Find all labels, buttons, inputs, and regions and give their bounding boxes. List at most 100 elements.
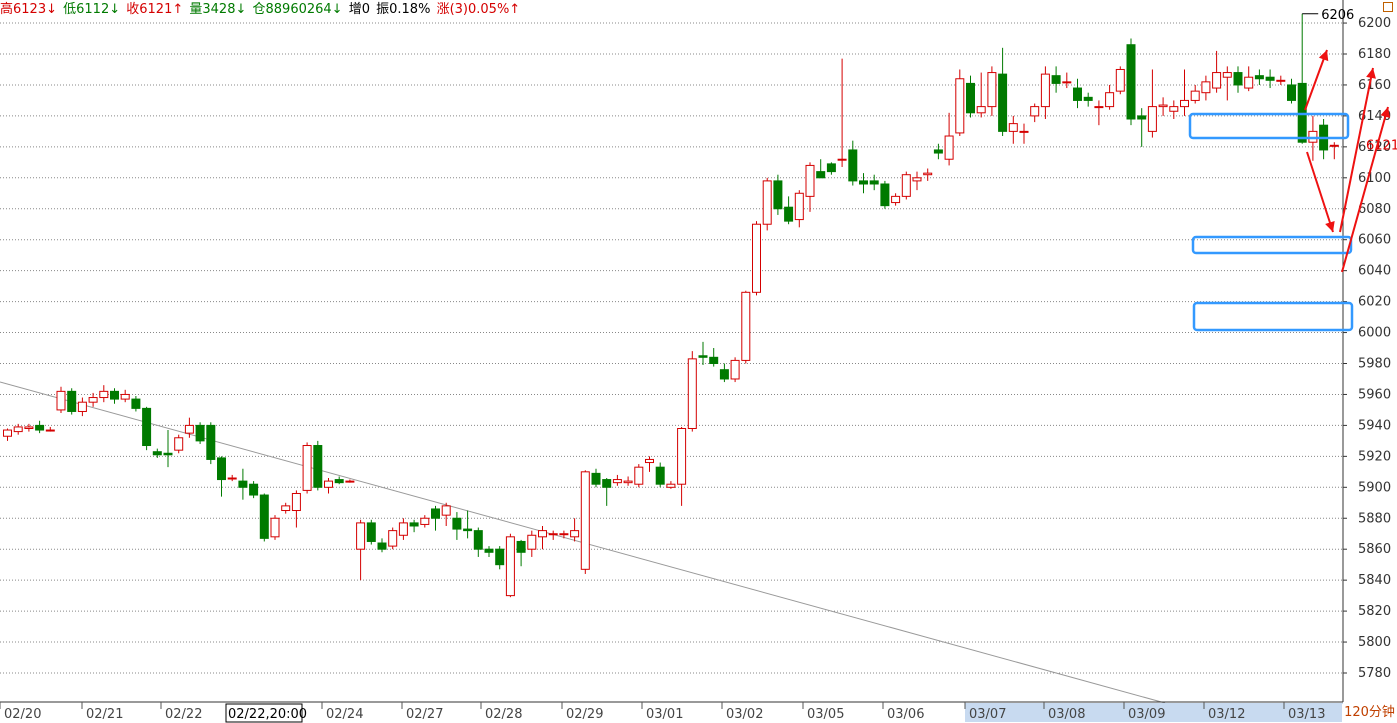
candle-body[interactable] bbox=[227, 477, 237, 480]
candle-body[interactable] bbox=[195, 424, 205, 442]
candle-body[interactable] bbox=[634, 466, 644, 485]
candle-body[interactable] bbox=[1233, 72, 1243, 86]
candle-body[interactable] bbox=[645, 458, 654, 464]
candle-body[interactable] bbox=[398, 522, 408, 536]
candle-body[interactable] bbox=[495, 548, 505, 566]
candle-body[interactable] bbox=[923, 172, 933, 176]
candle-body[interactable] bbox=[313, 445, 323, 488]
candle-body[interactable] bbox=[698, 355, 708, 358]
candle-body[interactable] bbox=[334, 479, 344, 484]
candle-body[interactable] bbox=[1254, 75, 1264, 80]
candle-body[interactable] bbox=[591, 472, 601, 485]
candle-body[interactable] bbox=[730, 359, 740, 380]
candle-body[interactable] bbox=[719, 369, 729, 380]
candle-body[interactable] bbox=[1190, 90, 1200, 101]
candle-body[interactable] bbox=[131, 398, 141, 409]
candle-body[interactable] bbox=[570, 530, 580, 538]
candle-body[interactable] bbox=[1244, 76, 1254, 89]
candle-body[interactable] bbox=[1222, 72, 1232, 78]
candle-body[interactable] bbox=[1040, 73, 1050, 108]
candle-body[interactable] bbox=[1265, 76, 1275, 81]
candle-body[interactable] bbox=[388, 530, 398, 547]
candle-body[interactable] bbox=[1287, 84, 1296, 101]
candle-body[interactable] bbox=[1329, 144, 1339, 147]
candle-body[interactable] bbox=[463, 528, 473, 532]
candle-body[interactable] bbox=[1158, 104, 1168, 108]
candle-body[interactable] bbox=[1062, 81, 1072, 84]
candle-body[interactable] bbox=[987, 72, 997, 108]
candle-body[interactable] bbox=[24, 426, 34, 429]
candle-body[interactable] bbox=[120, 393, 130, 400]
candle-body[interactable] bbox=[67, 390, 77, 412]
candle-body[interactable] bbox=[142, 407, 152, 447]
zone-highlight-box[interactable] bbox=[1192, 301, 1354, 332]
candle-body[interactable] bbox=[538, 530, 547, 538]
candle-body[interactable] bbox=[99, 390, 109, 399]
candle-body[interactable] bbox=[891, 195, 901, 204]
candle-body[interactable] bbox=[3, 429, 12, 437]
candle-body[interactable] bbox=[612, 479, 622, 484]
candle-body[interactable] bbox=[484, 548, 494, 553]
candle-body[interactable] bbox=[741, 291, 751, 361]
candle-body[interactable] bbox=[1019, 130, 1029, 133]
candle-body[interactable] bbox=[1073, 87, 1082, 101]
candle-body[interactable] bbox=[773, 180, 783, 210]
candle-body[interactable] bbox=[345, 480, 355, 483]
candle-body[interactable] bbox=[559, 533, 569, 536]
candle-body[interactable] bbox=[516, 540, 526, 553]
candle-body[interactable] bbox=[1147, 106, 1157, 132]
candle-body[interactable] bbox=[655, 466, 665, 485]
candle-body[interactable] bbox=[45, 429, 55, 432]
candlestick-chart[interactable]: 5780 5800 5820 5840 5860 5880 5900 5920 5940 5960… bbox=[0, 0, 1397, 723]
candle-body[interactable] bbox=[826, 163, 836, 173]
candle-body[interactable] bbox=[912, 177, 922, 182]
candle-body[interactable] bbox=[152, 451, 162, 456]
candle-body[interactable] bbox=[901, 174, 911, 197]
candle-body[interactable] bbox=[473, 530, 483, 550]
candle-body[interactable] bbox=[752, 223, 761, 293]
candle-body[interactable] bbox=[966, 82, 975, 114]
candle-body[interactable] bbox=[163, 452, 173, 456]
period-label[interactable]: 120分钟 bbox=[1342, 704, 1397, 722]
candle-body[interactable] bbox=[56, 390, 66, 411]
candle-body[interactable] bbox=[762, 180, 772, 225]
candle-body[interactable] bbox=[1008, 123, 1018, 132]
candle-body[interactable] bbox=[677, 427, 687, 485]
candle-body[interactable] bbox=[249, 483, 259, 496]
candle-body[interactable] bbox=[933, 149, 943, 154]
candle-body[interactable] bbox=[837, 158, 847, 161]
candle-body[interactable] bbox=[259, 494, 269, 539]
candle-body[interactable] bbox=[324, 480, 333, 488]
candle-body[interactable] bbox=[1137, 115, 1147, 120]
candle-body[interactable] bbox=[1051, 75, 1061, 84]
candle-body[interactable] bbox=[687, 358, 697, 429]
candle-body[interactable] bbox=[302, 445, 312, 491]
candle-body[interactable] bbox=[1212, 72, 1222, 89]
candle-body[interactable] bbox=[623, 480, 633, 484]
candle-body[interactable] bbox=[1169, 106, 1179, 112]
candle-body[interactable] bbox=[441, 505, 451, 516]
candle-body[interactable] bbox=[580, 471, 590, 570]
candle-body[interactable] bbox=[709, 356, 719, 364]
candle-body[interactable] bbox=[431, 508, 440, 519]
candle-body[interactable] bbox=[291, 492, 301, 512]
candle-body[interactable] bbox=[794, 192, 804, 221]
candle-body[interactable] bbox=[602, 479, 612, 488]
candle-body[interactable] bbox=[88, 397, 98, 403]
candle-body[interactable] bbox=[1126, 44, 1136, 120]
candle-body[interactable] bbox=[1105, 92, 1115, 108]
candle-body[interactable] bbox=[366, 522, 376, 542]
candle-body[interactable] bbox=[13, 426, 23, 433]
candle-body[interactable] bbox=[869, 180, 879, 185]
candle-body[interactable] bbox=[1201, 81, 1211, 94]
candle-body[interactable] bbox=[77, 401, 87, 412]
candle-body[interactable] bbox=[206, 424, 216, 460]
candle-body[interactable] bbox=[998, 73, 1008, 132]
candle-body[interactable] bbox=[805, 164, 815, 197]
candle-body[interactable] bbox=[548, 533, 558, 536]
candle-body[interactable] bbox=[1094, 106, 1104, 109]
candle-body[interactable] bbox=[35, 424, 45, 431]
candle-body[interactable] bbox=[184, 424, 194, 434]
candle-body[interactable] bbox=[1276, 79, 1286, 82]
candle-body[interactable] bbox=[281, 505, 291, 512]
